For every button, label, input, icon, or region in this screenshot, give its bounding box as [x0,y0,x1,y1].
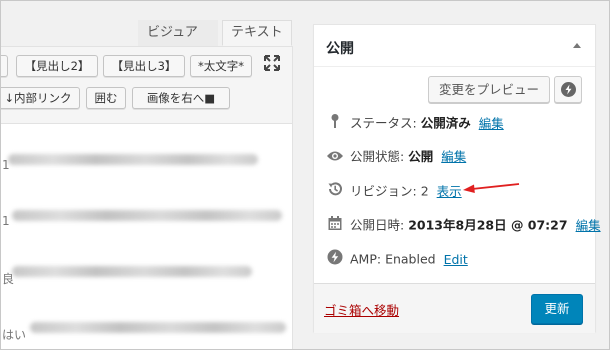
update-button[interactable]: 更新 [531,294,583,324]
visibility-value: 公開 [408,149,434,164]
move-to-trash-link[interactable]: ゴミ箱へ移動 [324,300,399,319]
quicktag-internal-link[interactable]: ↓内部リンク [0,87,80,109]
status-edit-link[interactable]: 編集 [479,116,504,131]
publish-actions: ゴミ箱へ移動 更新 [314,283,595,333]
published-date-value: 2013年8月28日 @ 07:27 [408,217,568,233]
bolt-icon [326,249,344,271]
visibility-row: 公開状態: 公開 編集 [326,147,466,167]
blurred-text-line [8,154,258,165]
amp-preview-button[interactable] [554,76,582,103]
calendar-icon [326,215,344,237]
status-value: 公開済み [420,115,471,131]
quicktag-image-right[interactable]: 画像を右へ■ [132,87,230,109]
quicktag-heading2[interactable]: 【見出し2】 [16,55,98,77]
publish-box-header: 公開 [314,25,595,67]
fullscreen-icon[interactable] [262,54,282,74]
quicktags-toolbar: 【見出し2】 【見出し3】 *太文字* ↓内部リンク 囲む 画像を右へ■ [0,46,293,124]
revisions-row: リビジョン: 2 表示 [326,181,462,201]
content-fragment: 1 [2,214,10,228]
amp-row: AMP: Enabled Edit [326,249,468,269]
visibility-edit-link[interactable]: 編集 [441,149,466,164]
status-row: ステータス: 公開済み 編集 [326,113,504,133]
published-date-row: 公開日時: 2013年8月28日 @ 07:27 編集 [326,215,601,235]
revisions-label: リビジョン: [350,183,417,199]
editor-content[interactable]: 1 1 良 はい [0,124,293,350]
revisions-count: 2 [420,183,429,199]
history-icon [326,181,344,203]
revisions-view-link[interactable]: 表示 [437,184,462,199]
pin-icon [326,113,344,135]
annotation-arrow-icon [463,183,520,193]
blurred-text-line [12,210,282,221]
amp-edit-link[interactable]: Edit [444,252,468,267]
status-label: ステータス: [350,115,417,131]
amp-status-value: Enabled [385,251,436,267]
quicktag-bold[interactable]: *太文字* [190,55,252,77]
quicktag-partial[interactable] [0,55,8,77]
amp-label: AMP: [350,251,382,267]
published-date-label: 公開日時: [350,217,405,233]
publish-box: 公開 変更をプレビュー ステータス: 公開済み 編集 公開状態: 公開 編集 リ… [313,24,601,333]
quicktag-enclose[interactable]: 囲む [86,87,126,109]
eye-icon [326,148,344,168]
content-fragment: はい [2,328,27,342]
quicktag-heading3[interactable]: 【見出し3】 [103,55,185,77]
tab-text[interactable]: テキスト [222,20,292,46]
published-date-edit-link[interactable]: 編集 [576,218,601,233]
preview-changes-button[interactable]: 変更をプレビュー [428,76,550,103]
blurred-text-line [30,322,286,333]
blurred-text-line [12,266,252,277]
tab-visual[interactable]: ビジュアル [138,20,218,64]
visibility-label: 公開状態: [350,149,405,164]
collapse-toggle-icon[interactable] [573,43,581,48]
publish-box-title: 公開 [326,41,354,57]
bolt-icon [561,82,576,97]
